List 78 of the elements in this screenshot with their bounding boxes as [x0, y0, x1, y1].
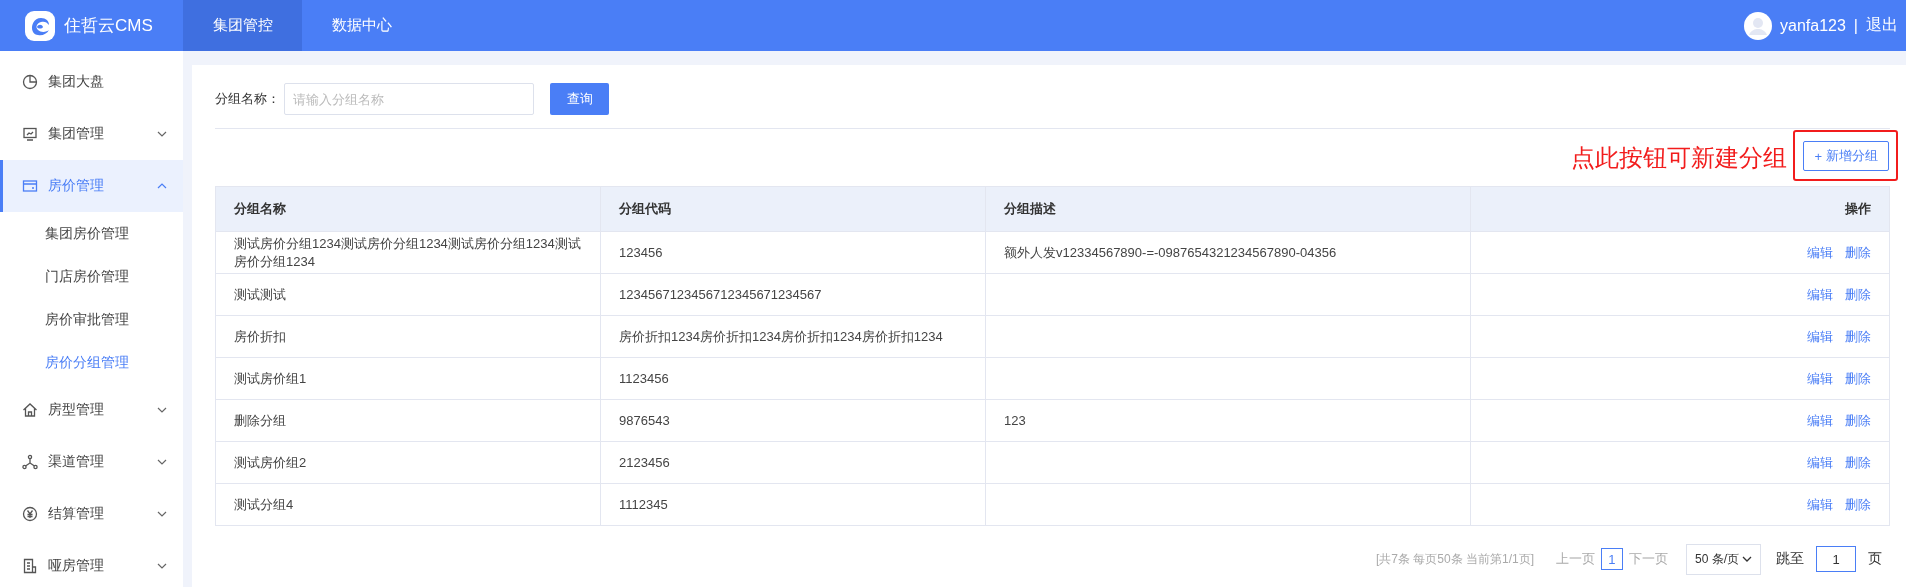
submenu-item[interactable]: 房价审批管理 — [0, 298, 183, 341]
delete-link[interactable]: 删除 — [1845, 496, 1871, 512]
edit-link[interactable]: 编辑 — [1807, 244, 1833, 260]
group-name-field[interactable]: 请输入分组名称 — [284, 83, 534, 115]
table-cell: 房价折扣1234房价折扣1234房价折扣1234房价折扣1234 — [600, 315, 986, 358]
sidebar-item[interactable]: 结算管理 — [0, 488, 183, 540]
annotation-text: 点此按钮可新建分组 — [1571, 142, 1788, 173]
sidebar-item[interactable]: 集团管理 — [0, 108, 183, 160]
logout-link[interactable]: 退出 — [1866, 15, 1898, 36]
edit-link[interactable]: 编辑 — [1807, 454, 1833, 470]
table-cell: 测试测试 — [215, 273, 601, 316]
pagination-summary: [共7条 每页50条 当前第1/1页] — [1375, 550, 1534, 568]
edit-link[interactable]: 编辑 — [1807, 286, 1833, 302]
monitor-icon — [22, 126, 38, 142]
separator-text: | — [1853, 16, 1858, 35]
edit-link[interactable]: 编辑 — [1807, 412, 1833, 428]
delete-link[interactable]: 删除 — [1845, 286, 1871, 302]
filter-label: 分组名称： — [215, 90, 280, 108]
submenu-item[interactable]: 房价分组管理 — [0, 341, 183, 384]
table-cell: 测试房价组2 — [215, 441, 601, 484]
sidebar-item[interactable]: 哑房管理 — [0, 540, 183, 587]
pie-chart-icon — [22, 74, 38, 90]
chevron-down-icon — [1742, 556, 1752, 562]
table-cell: 123 — [985, 399, 1471, 442]
page-unit-label: 页 — [1868, 550, 1882, 568]
search-button[interactable]: 查询 — [550, 83, 609, 115]
delete-link[interactable]: 删除 — [1845, 370, 1871, 386]
delete-link[interactable]: 删除 — [1845, 244, 1871, 260]
sidebar-item[interactable]: 房价管理 — [0, 160, 183, 212]
table-cell: 1234567123456712345671234567 — [600, 273, 986, 316]
table-cell: 2123456 — [600, 441, 986, 484]
logo-icon — [24, 9, 56, 42]
table-cell: 房价折扣 — [215, 315, 601, 358]
column-header: 分组代码 — [600, 186, 986, 232]
table-cell: 1123456 — [600, 357, 986, 400]
edit-link[interactable]: 编辑 — [1807, 496, 1833, 512]
document-icon — [22, 558, 38, 574]
delete-link[interactable]: 删除 — [1845, 454, 1871, 470]
house-icon — [22, 402, 38, 418]
chevron-up-icon — [157, 183, 167, 189]
edit-link[interactable]: 编辑 — [1807, 370, 1833, 386]
chevron-down-icon — [157, 563, 167, 569]
column-header: 分组描述 — [985, 186, 1471, 232]
avatar-icon — [1744, 11, 1772, 40]
user-name: yanfa123 — [1780, 16, 1846, 35]
nav-tab[interactable]: 数据中心 — [302, 0, 421, 51]
yen-icon — [22, 506, 38, 522]
sidebar-item[interactable]: 渠道管理 — [0, 436, 183, 488]
add-group-button[interactable]: + 新增分组 — [1803, 141, 1889, 171]
table-cell: 额外人发v12334567890-=-0987654321234567890-04356 — [985, 231, 1471, 274]
table-cell: 删除分组 — [215, 399, 601, 442]
table-cell: 9876543 — [600, 399, 986, 442]
card-icon — [22, 178, 38, 194]
table-cell: 123456 — [600, 231, 986, 274]
chevron-down-icon — [157, 131, 167, 137]
page-number[interactable]: 1 — [1601, 548, 1623, 570]
table-cell: 测试分组4 — [215, 483, 601, 526]
chevron-down-icon — [157, 459, 167, 465]
delete-link[interactable]: 删除 — [1845, 412, 1871, 428]
app-logo-text: 住哲云CMS — [64, 15, 153, 37]
submenu-item[interactable]: 集团房价管理 — [0, 212, 183, 255]
page-size-select[interactable]: 50 条/页 — [1686, 543, 1761, 575]
column-header: 操作 — [1471, 186, 1890, 232]
delete-link[interactable]: 删除 — [1845, 328, 1871, 344]
table-cell: 测试房价分组1234测试房价分组1234测试房价分组1234测试房价分组1234 — [215, 231, 601, 274]
jump-page-field[interactable]: 1 — [1816, 546, 1856, 572]
chevron-down-icon — [157, 511, 167, 517]
edit-link[interactable]: 编辑 — [1807, 328, 1833, 344]
table-cell: 1112345 — [600, 483, 986, 526]
sidebar-item[interactable]: 集团大盘 — [0, 56, 183, 108]
table-cell: 测试房价组1 — [215, 357, 601, 400]
column-header: 分组名称 — [215, 186, 601, 232]
jump-label: 跳至 — [1776, 550, 1804, 568]
sidebar-item[interactable]: 房型管理 — [0, 384, 183, 436]
network-icon — [22, 454, 38, 470]
submenu-item[interactable]: 门店房价管理 — [0, 255, 183, 298]
nav-tab[interactable]: 集团管控 — [183, 0, 302, 51]
chevron-down-icon — [157, 407, 167, 413]
